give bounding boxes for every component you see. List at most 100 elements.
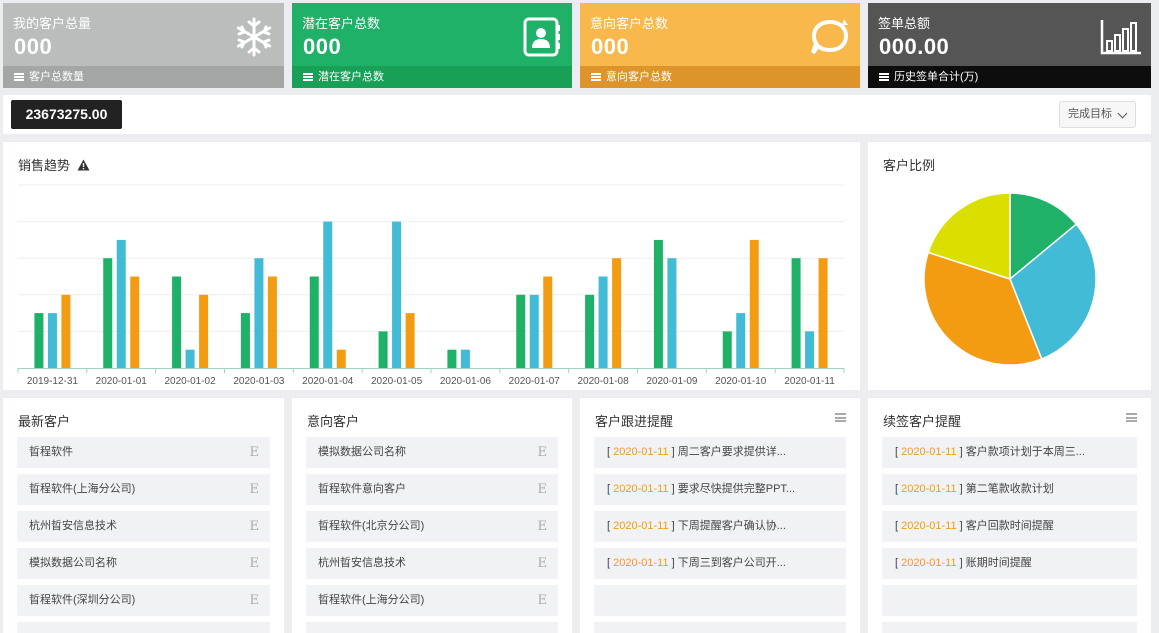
list-item[interactable]	[17, 622, 270, 633]
reminder-item[interactable]: [ 2020-01-11 ] 周二客户要求提供详...	[594, 437, 846, 468]
list-item[interactable]	[306, 622, 558, 633]
reminder-item[interactable]	[594, 622, 846, 633]
menu-icon[interactable]	[835, 413, 846, 422]
x-tick-label: 2019-12-31	[27, 376, 79, 387]
reminder-date: 2020-01-11	[613, 557, 669, 569]
bar[interactable]	[818, 258, 828, 368]
list-item[interactable]: 晢程软件(上海分公司) E	[17, 474, 270, 505]
bar[interactable]	[336, 349, 346, 368]
card-title: 潜在客户总数	[302, 16, 381, 31]
customer-name: 晢程软件(深圳分公司)	[29, 594, 136, 606]
bar[interactable]	[392, 221, 402, 368]
stat-card-potential-customers[interactable]: 潜在客户总数 000 潜在客户总数	[292, 3, 572, 88]
stat-card-total-customers[interactable]: 我的客户总量 000 客户总数量	[3, 3, 284, 88]
bar[interactable]	[736, 313, 746, 368]
bar[interactable]	[805, 331, 815, 368]
reminder-item[interactable]: [ 2020-01-11 ] 第二笔款收款计划	[882, 474, 1137, 505]
edit-icon[interactable]: E	[538, 548, 548, 579]
bar[interactable]	[653, 239, 663, 368]
edit-icon[interactable]: E	[250, 511, 260, 542]
edit-icon[interactable]: E	[538, 474, 548, 505]
bar[interactable]	[460, 349, 470, 368]
reminder-item[interactable]: [ 2020-01-11 ] 要求尽快提供完整PPT...	[594, 474, 846, 505]
edit-icon[interactable]: E	[250, 437, 260, 468]
bar[interactable]	[543, 276, 553, 369]
bar[interactable]	[791, 258, 801, 368]
card-top: 意向客户总数 000	[580, 3, 860, 66]
x-tick-label: 2020-01-02	[165, 376, 217, 387]
bar[interactable]	[447, 349, 457, 368]
reminder-date: 2020-01-11	[901, 483, 957, 495]
bar[interactable]	[749, 239, 759, 368]
reminder-item[interactable]: [ 2020-01-11 ] 客户款项计划于本周三...	[882, 437, 1137, 468]
list-item[interactable]: 模拟数据公司名称 E	[306, 437, 558, 468]
list-item[interactable]: 杭州晢安信息技术 E	[17, 511, 270, 542]
reminder-date: 2020-01-11	[613, 520, 669, 532]
bar[interactable]	[34, 313, 44, 368]
renewal-title: 续签客户提醒	[883, 414, 962, 429]
bar[interactable]	[309, 276, 319, 369]
card-footer: 潜在客户总数	[292, 66, 572, 88]
bar[interactable]	[529, 294, 539, 368]
bar[interactable]	[254, 258, 264, 368]
bar[interactable]	[585, 294, 595, 368]
menu-icon[interactable]	[1126, 413, 1137, 422]
bar[interactable]	[47, 313, 57, 368]
list-item[interactable]: 晢程软件(上海分公司) E	[306, 585, 558, 616]
bar[interactable]	[516, 294, 526, 368]
reminder-item[interactable]: [ 2020-01-11 ] 账期时间提醒	[882, 548, 1137, 579]
bar[interactable]	[722, 331, 732, 368]
list-item[interactable]: 晢程软件(北京分公司) E	[306, 511, 558, 542]
edit-icon[interactable]: E	[250, 548, 260, 579]
bar-chart-icon	[1100, 20, 1141, 55]
list-item[interactable]: 晢程软件(深圳分公司) E	[17, 585, 270, 616]
stat-card-signed-amount[interactable]: 签单总额 000.00 历史签单合计(万)	[868, 3, 1151, 88]
edit-icon[interactable]: E	[538, 511, 548, 542]
bar[interactable]	[323, 221, 333, 368]
reminder-date: 2020-01-11	[901, 446, 957, 458]
stat-card-intent-customers[interactable]: 意向客户总数 000 意向客户总数	[580, 3, 860, 88]
bar[interactable]	[267, 276, 277, 369]
bar[interactable]	[199, 294, 209, 368]
reminder-item[interactable]: [ 2020-01-11 ] 下周提醒客户确认协...	[594, 511, 846, 542]
x-tick-label: 2020-01-11	[784, 376, 835, 387]
chat-bubble-icon	[811, 19, 849, 55]
followup-reminder-panel: 客户跟进提醒 [ 2020-01-11 ] 周二客户要求提供详... [ 202…	[580, 398, 860, 633]
list-item[interactable]: 杭州晢安信息技术 E	[306, 548, 558, 579]
x-tick-label: 2020-01-03	[233, 376, 285, 387]
bar[interactable]	[185, 349, 195, 368]
list-item[interactable]: 晢程软件意向客户 E	[306, 474, 558, 505]
card-title: 我的客户总量	[13, 16, 92, 31]
bar[interactable]	[240, 313, 250, 368]
goal-dropdown-button[interactable]: 完成目标	[1059, 101, 1136, 128]
card-value: 000	[591, 34, 630, 59]
edit-icon[interactable]: E	[538, 585, 548, 616]
bar[interactable]	[667, 258, 677, 368]
list-item[interactable]: 晢程软件 E	[17, 437, 270, 468]
list-item[interactable]: 模拟数据公司名称 E	[17, 548, 270, 579]
bar[interactable]	[405, 313, 415, 368]
customer-name: 晢程软件意向客户	[318, 483, 406, 495]
bar[interactable]	[130, 276, 140, 369]
edit-icon[interactable]: E	[250, 585, 260, 616]
reminder-item[interactable]	[882, 622, 1137, 633]
customer-name: 模拟数据公司名称	[29, 557, 117, 569]
bar[interactable]	[378, 331, 388, 368]
bar[interactable]	[172, 276, 182, 369]
reminder-item[interactable]	[594, 585, 846, 616]
reminder-text: 下周提醒客户确认协...	[677, 520, 786, 532]
reminder-item[interactable]: [ 2020-01-11 ] 下周三到客户公司开...	[594, 548, 846, 579]
customer-name: 晢程软件(上海分公司)	[29, 483, 136, 495]
reminder-item[interactable]	[882, 585, 1137, 616]
bar[interactable]	[612, 258, 622, 368]
edit-icon[interactable]: E	[538, 437, 548, 468]
bar[interactable]	[61, 294, 71, 368]
bar[interactable]	[103, 258, 113, 368]
reminder-item[interactable]: [ 2020-01-11 ] 客户回款时间提醒	[882, 511, 1137, 542]
card-value: 000	[14, 34, 53, 59]
bar[interactable]	[598, 276, 608, 369]
bar[interactable]	[116, 239, 126, 368]
edit-icon[interactable]: E	[250, 474, 260, 505]
card-title: 意向客户总数	[590, 16, 669, 31]
reminder-text: 第二笔款收款计划	[965, 483, 1054, 495]
